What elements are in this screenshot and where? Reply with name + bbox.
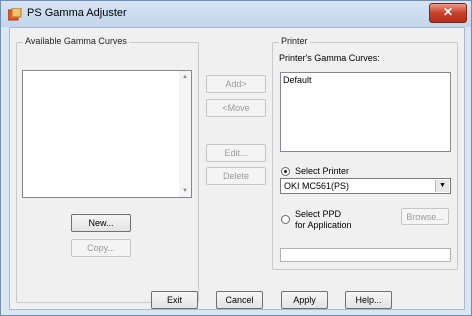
title-bar[interactable]: PS Gamma Adjuster ✕ [1, 1, 471, 27]
available-curves-list[interactable]: ▲ ▼ [22, 70, 192, 198]
browse-button-label: Browse... [406, 212, 444, 222]
edit-button-label: Edit... [224, 148, 248, 158]
available-list-scrollbar[interactable]: ▲ ▼ [179, 71, 191, 197]
window-title: PS Gamma Adjuster [27, 7, 127, 19]
close-icon: ✕ [442, 5, 454, 19]
printer-select-value: OKI MC561(PS) [284, 181, 350, 191]
select-printer-radio[interactable] [281, 167, 290, 176]
ppd-path-field[interactable] [280, 248, 451, 262]
available-curves-group: Available Gamma Curves ▲ ▼ New... Copy..… [16, 36, 199, 303]
delete-button-label: Delete [222, 171, 249, 181]
select-ppd-label-line1[interactable]: Select PPD [295, 209, 341, 219]
select-ppd-label-line2[interactable]: for Application [295, 220, 352, 230]
move-button[interactable]: <Move [206, 99, 266, 117]
printer-select[interactable]: OKI MC561(PS) ▼ [280, 178, 451, 194]
scroll-down-icon[interactable]: ▼ [182, 188, 188, 194]
dialog-body: Available Gamma Curves ▲ ▼ New... Copy..… [9, 27, 465, 310]
add-button[interactable]: Add> [206, 75, 266, 93]
copy-button[interactable]: Copy... [71, 239, 131, 257]
select-ppd-radio[interactable] [281, 215, 290, 224]
exit-button-label: Exit [166, 295, 182, 305]
chevron-down-icon[interactable]: ▼ [435, 180, 449, 192]
help-button[interactable]: Help... [345, 291, 392, 309]
printer-legend: Printer [279, 36, 310, 46]
apply-button[interactable]: Apply [281, 291, 328, 309]
move-button-label: <Move [222, 103, 250, 113]
new-button-label: New... [88, 218, 114, 228]
exit-button[interactable]: Exit [151, 291, 198, 309]
help-button-label: Help... [355, 295, 382, 305]
delete-button[interactable]: Delete [206, 167, 266, 185]
app-window: PS Gamma Adjuster ✕ Available Gamma Curv… [0, 0, 472, 316]
browse-button[interactable]: Browse... [401, 208, 449, 225]
apply-button-label: Apply [293, 295, 316, 305]
available-curves-legend: Available Gamma Curves [23, 36, 129, 46]
printer-curves-list[interactable]: Default [280, 72, 451, 152]
close-button[interactable]: ✕ [429, 3, 467, 23]
cancel-button-label: Cancel [225, 295, 254, 305]
edit-button[interactable]: Edit... [206, 144, 266, 162]
scroll-up-icon[interactable]: ▲ [182, 74, 188, 80]
select-printer-label[interactable]: Select Printer [295, 166, 349, 176]
app-icon [8, 8, 22, 21]
printer-group: Printer Printer's Gamma Curves: Default … [272, 36, 458, 270]
printer-curve-item[interactable]: Default [283, 75, 312, 85]
add-button-label: Add> [225, 79, 247, 89]
copy-button-label: Copy... [87, 243, 115, 253]
cancel-button[interactable]: Cancel [216, 291, 263, 309]
printer-curves-label: Printer's Gamma Curves: [279, 53, 380, 63]
new-button[interactable]: New... [71, 214, 131, 232]
